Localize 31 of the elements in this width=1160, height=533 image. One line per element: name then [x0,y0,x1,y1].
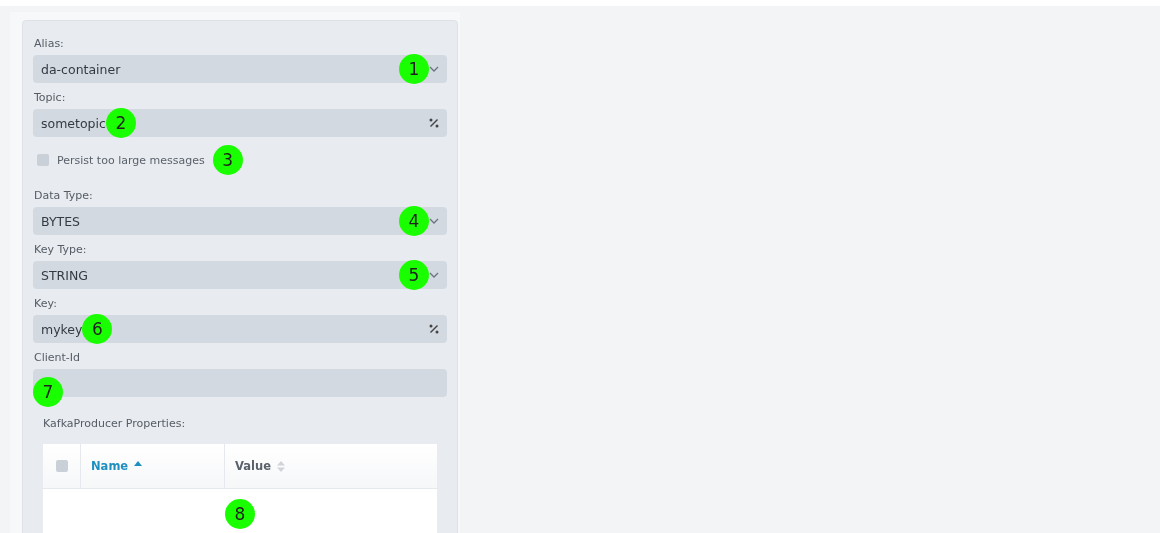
column-header[interactable]: Name [81,444,225,488]
field-label: Data Type: [34,189,94,202]
section-title: KafkaProducer Properties: [43,417,187,430]
chevron-icon [429,272,439,278]
column-header[interactable]: Value [225,444,435,488]
field-label: Key Type: [34,243,88,256]
field-label: Key: [34,297,58,310]
callout-marker: 7 [33,377,63,407]
chevron-icon [429,66,439,72]
select-field[interactable]: BYTES 4 [33,207,447,235]
select-field[interactable]: STRING 5 [33,261,447,289]
callout-marker: 5 [399,260,429,290]
field-label: Topic: [34,91,67,104]
callout-marker: 2 [105,108,136,138]
callout-marker: 3 [212,145,243,175]
callout-marker: 8 [225,499,255,529]
callout-marker: 4 [399,206,429,236]
select-field[interactable]: da-container 1 [33,55,447,83]
field-label: Client-Id [34,351,82,364]
input-field[interactable] [33,369,447,397]
field-label: Alias: [34,37,65,50]
chevron-icon [429,218,439,224]
callout-marker: 1 [399,54,429,84]
checkbox[interactable] [37,154,49,166]
checkbox-label: Persist too large messages [57,153,205,167]
input-field[interactable]: sometopic 2 [33,109,447,137]
checkbox[interactable] [55,460,68,472]
input-field[interactable]: mykey 6 [33,315,447,343]
callout-marker: 6 [82,314,113,344]
percent-icon [429,118,439,128]
percent-icon [429,324,439,334]
